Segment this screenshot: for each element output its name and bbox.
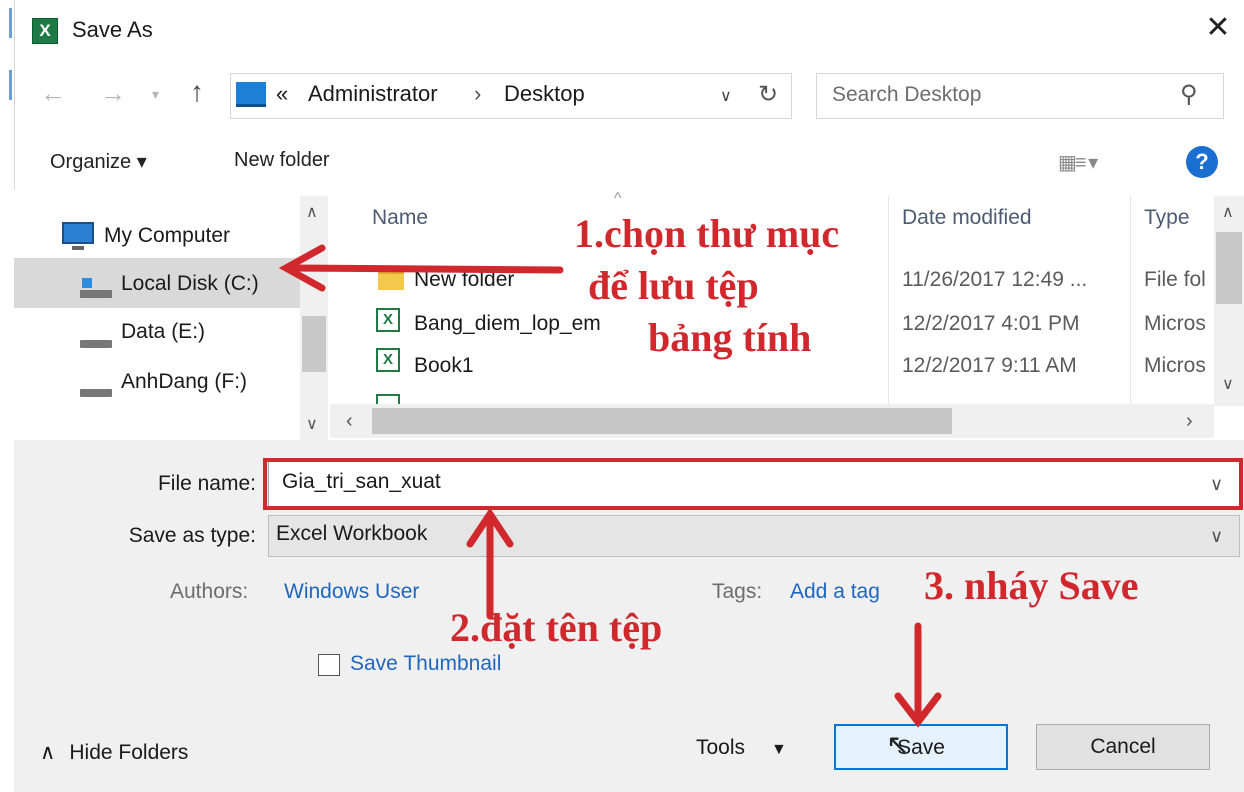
file-name[interactable]: Bang_diem_lop_em — [414, 312, 601, 336]
save-thumbnail-checkbox[interactable] — [318, 654, 340, 676]
breadcrumb-separator-icon: › — [474, 81, 482, 106]
annotation-step1-line2: để lưu tệp — [588, 263, 759, 308]
folder-icon — [378, 270, 404, 290]
file-name[interactable]: Book1 — [414, 354, 474, 378]
file-date: 11/26/2017 12:49 ... — [902, 268, 1088, 291]
excel-app-icon: X — [32, 18, 58, 44]
refresh-icon[interactable]: ↻ — [758, 80, 778, 109]
column-header-name[interactable]: Name — [372, 206, 428, 230]
sidebar-scroll-thumb[interactable] — [302, 316, 326, 372]
drive-icon — [80, 278, 112, 298]
forward-arrow-icon[interactable]: → — [100, 78, 126, 109]
horizontal-scroll-thumb[interactable] — [372, 408, 952, 434]
hide-folders-button[interactable]: ∧ Hide Folders — [40, 740, 188, 765]
add-tag-link[interactable]: Add a tag — [790, 580, 880, 604]
back-arrow-icon[interactable]: ← — [40, 78, 66, 109]
annotation-step3: 3. nháy Save — [924, 563, 1139, 608]
sidebar-item-anhdang-f[interactable]: AnhDang (F:) — [121, 370, 247, 394]
dialog-title: Save As — [72, 17, 153, 42]
file-list-scroll-thumb[interactable] — [1216, 232, 1242, 304]
column-header-date-modified[interactable]: Date modified — [902, 206, 1032, 230]
edge-marker — [9, 8, 12, 38]
hide-folders-label: Hide Folders — [69, 741, 189, 764]
sidebar-item-my-computer[interactable]: My Computer — [104, 224, 230, 248]
excel-file-icon — [376, 394, 400, 404]
recent-locations-chevron-icon[interactable]: ▾ — [152, 86, 159, 103]
save-button[interactable]: Save — [834, 724, 1008, 770]
tags-label: Tags: — [712, 580, 763, 603]
column-divider — [1130, 196, 1131, 404]
save-as-type-label: Save as type: — [128, 524, 256, 547]
drive-icon — [80, 389, 112, 397]
file-type: Micros — [1144, 312, 1206, 335]
mouse-cursor-icon: ↖ — [886, 729, 910, 760]
file-date: 12/2/2017 4:01 PM — [902, 312, 1080, 335]
tools-button[interactable]: Tools ▼ — [696, 736, 787, 760]
authors-value-link[interactable]: Windows User — [284, 580, 419, 604]
up-arrow-icon[interactable]: ↑ — [190, 76, 204, 108]
chevron-up-icon: ∧ — [40, 741, 56, 764]
new-folder-button[interactable]: New folder — [234, 149, 330, 172]
file-type: File fol — [1144, 268, 1206, 291]
breadcrumb-administrator[interactable]: Administrator — [308, 81, 438, 107]
address-prefix: « — [276, 81, 289, 106]
drive-icon — [80, 340, 112, 348]
file-name-highlight-box — [263, 458, 1243, 510]
file-date: 12/2/2017 9:11 AM — [902, 354, 1077, 377]
column-header-type[interactable]: Type — [1144, 206, 1190, 230]
scroll-down-icon[interactable]: ∨ — [306, 414, 318, 434]
file-name[interactable]: New folder — [414, 268, 514, 292]
tools-label: Tools — [696, 736, 746, 759]
save-as-type-value[interactable]: Excel Workbook — [276, 522, 427, 546]
sort-ascending-icon: ^ — [614, 190, 622, 207]
computer-icon — [62, 222, 94, 250]
scroll-right-icon[interactable]: › — [1186, 410, 1193, 433]
view-options-icon[interactable]: ▦≡ ▾ — [1058, 150, 1098, 175]
breadcrumb-desktop[interactable]: Desktop — [504, 81, 585, 107]
address-dropdown-icon[interactable]: ∨ — [720, 86, 732, 106]
computer-icon — [236, 82, 266, 107]
cancel-button[interactable]: Cancel — [1036, 724, 1210, 770]
excel-file-icon: X — [376, 348, 400, 372]
search-icon[interactable]: ⚲ — [1180, 80, 1198, 109]
edge-marker — [9, 70, 12, 100]
search-input[interactable]: Search Desktop — [832, 83, 981, 107]
annotation-step2: 2.đặt tên tệp — [450, 605, 663, 650]
file-name-label: File name: — [157, 472, 256, 495]
help-icon[interactable]: ? — [1186, 146, 1218, 178]
chevron-down-icon: ▼ — [771, 741, 787, 758]
close-button[interactable]: ✕ — [1202, 10, 1234, 46]
scroll-up-icon[interactable]: ∧ — [1222, 202, 1234, 222]
file-type: Micros — [1144, 354, 1206, 377]
sidebar-item-data-e[interactable]: Data (E:) — [121, 320, 205, 344]
scroll-down-icon[interactable]: ∨ — [1222, 374, 1234, 394]
column-divider — [888, 196, 889, 404]
window-left-edge — [0, 0, 15, 792]
annotation-step1-line1: 1.chọn thư mục — [574, 211, 840, 256]
organize-button[interactable]: Organize ▾ — [50, 149, 147, 174]
annotation-step1-line3: bảng tính — [648, 315, 812, 360]
sidebar-item-local-disk-c[interactable]: Local Disk (C:) — [121, 272, 259, 296]
scroll-up-icon[interactable]: ∧ — [306, 202, 318, 222]
save-type-dropdown-icon[interactable]: ∨ — [1210, 526, 1223, 547]
authors-label: Authors: — [170, 580, 249, 603]
scroll-left-icon[interactable]: ‹ — [346, 410, 353, 433]
excel-file-icon: X — [376, 308, 400, 332]
save-thumbnail-label[interactable]: Save Thumbnail — [350, 652, 501, 676]
